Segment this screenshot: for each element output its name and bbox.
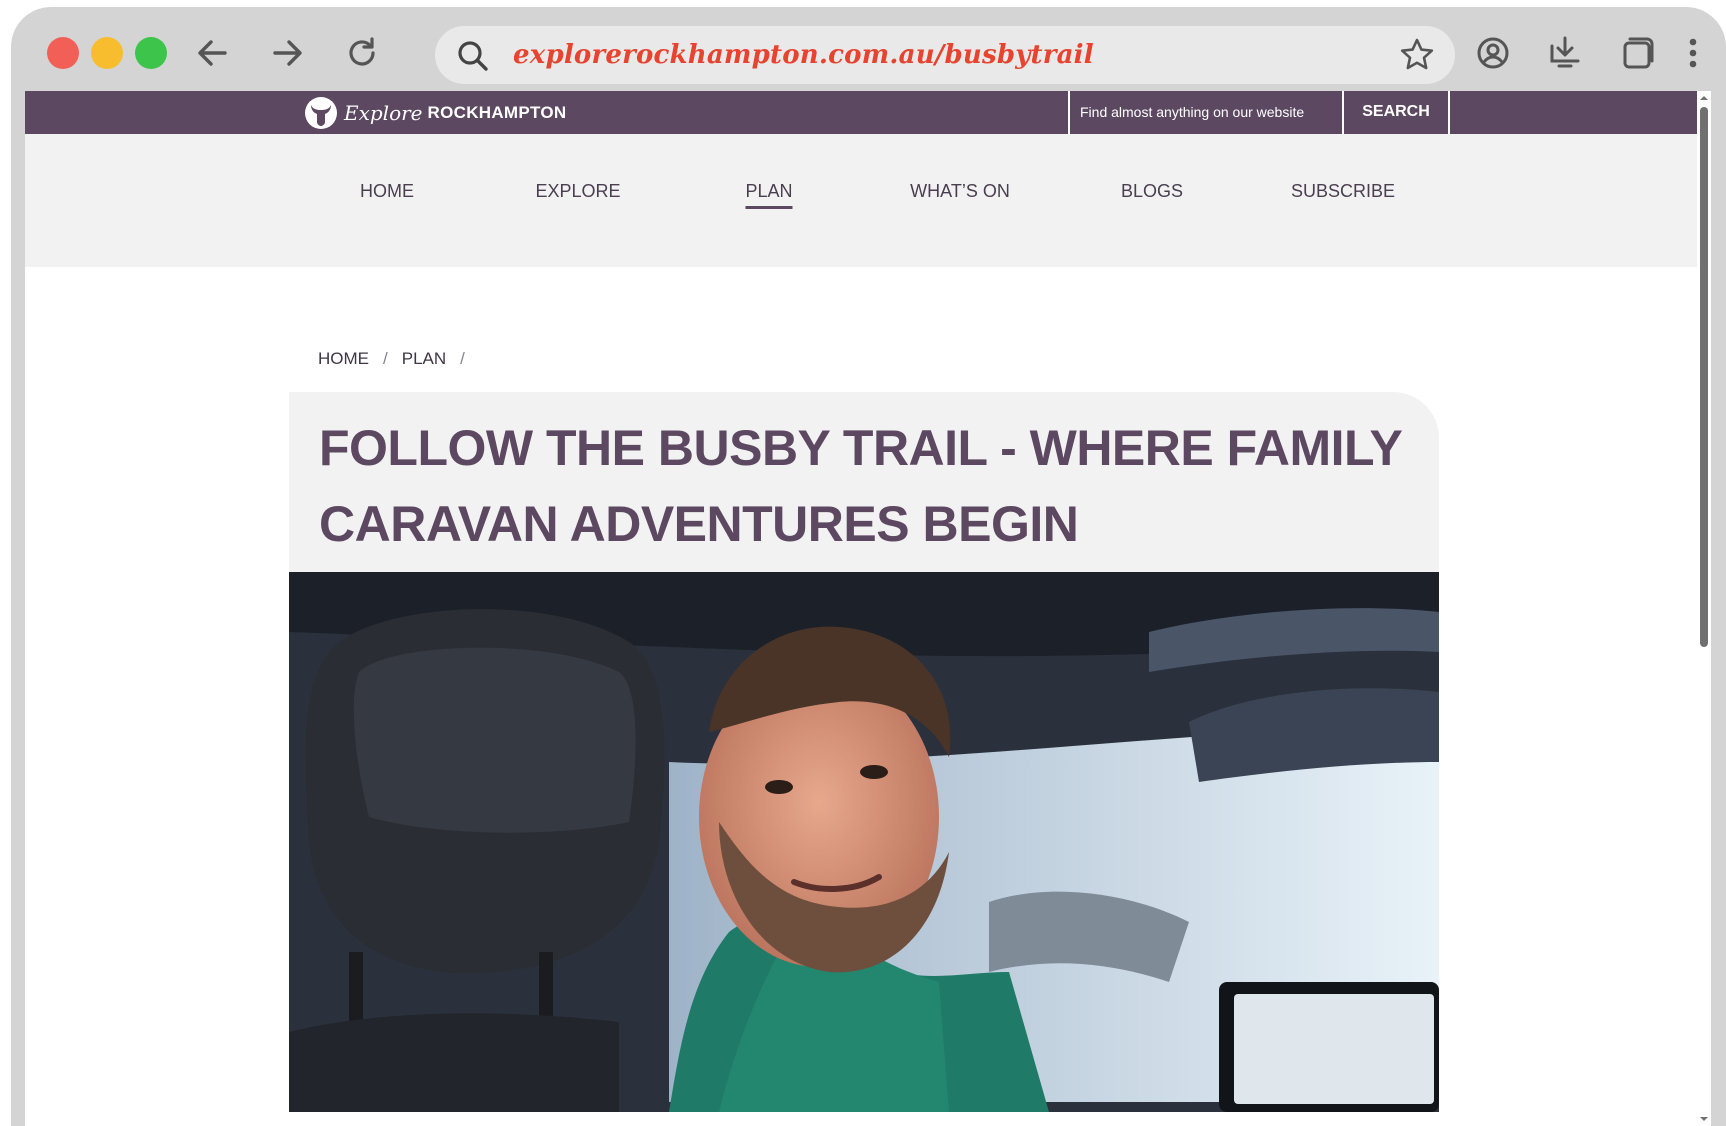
nav-item-home[interactable]: HOME (360, 179, 414, 203)
site-logo[interactable]: Explore ROCKHAMPTON (303, 94, 567, 131)
browser-window: explorerockhampton.com.au/busbytrail Exp… (11, 7, 1726, 1126)
close-window-button[interactable] (47, 37, 79, 69)
address-bar[interactable]: explorerockhampton.com.au/busbytrail (435, 26, 1455, 84)
page-viewport: Explore ROCKHAMPTON Find almost anything… (25, 91, 1711, 1126)
breadcrumb-plan[interactable]: PLAN (402, 349, 446, 369)
profile-icon[interactable] (1473, 33, 1513, 73)
minimize-window-button[interactable] (91, 37, 123, 69)
forward-arrow-icon[interactable] (267, 33, 307, 73)
breadcrumb-separator: / (383, 349, 388, 368)
browser-toolbar: explorerockhampton.com.au/busbytrail (11, 7, 1726, 91)
bookmark-star-icon[interactable] (1397, 35, 1437, 75)
site-header-bar: Explore ROCKHAMPTON Find almost anything… (25, 91, 1711, 134)
search-placeholder: Find almost anything on our website (1080, 104, 1305, 120)
url-text[interactable]: explorerockhampton.com.au/busbytrail (513, 35, 1094, 75)
nav-item-blogs[interactable]: BLOGS (1121, 179, 1183, 203)
hero-image (289, 572, 1439, 1112)
nav-item-plan[interactable]: PLAN (745, 179, 793, 209)
nav-item-whats-on[interactable]: WHAT’S ON (910, 179, 1010, 203)
scroll-up-arrow-icon[interactable] (1699, 93, 1709, 103)
scroll-down-arrow-icon[interactable] (1699, 1114, 1709, 1124)
nav-item-explore[interactable]: EXPLORE (535, 179, 620, 203)
nav-item-subscribe[interactable]: SUBSCRIBE (1291, 179, 1395, 203)
menu-kebab-icon[interactable] (1679, 33, 1707, 73)
maximize-window-button[interactable] (135, 37, 167, 69)
back-arrow-icon[interactable] (193, 33, 233, 73)
download-icon[interactable] (1545, 33, 1585, 73)
tabs-icon[interactable] (1617, 33, 1657, 73)
article-title-card: FOLLOW THE BUSBY TRAIL - WHERE FAMILY CA… (289, 392, 1439, 572)
page-title: FOLLOW THE BUSBY TRAIL - WHERE FAMILY CA… (319, 420, 1402, 552)
breadcrumb: HOME / PLAN / (318, 349, 465, 369)
breadcrumb-home[interactable]: HOME (318, 349, 369, 369)
scrollbar[interactable] (1697, 91, 1711, 1126)
logo-city-text: ROCKHAMPTON (427, 102, 567, 122)
main-nav: HOME EXPLORE PLAN WHAT’S ON BLOGS SUBSCR… (25, 134, 1711, 267)
bull-logo-icon (305, 96, 337, 129)
scrollbar-thumb[interactable] (1700, 107, 1708, 647)
search-icon (458, 41, 488, 71)
logo-script-text: Explore (344, 100, 423, 125)
search-button[interactable]: SEARCH (1344, 91, 1450, 134)
reload-icon[interactable] (342, 33, 382, 73)
breadcrumb-separator: / (460, 349, 465, 368)
site-search-input[interactable]: Find almost anything on our website (1068, 91, 1344, 134)
